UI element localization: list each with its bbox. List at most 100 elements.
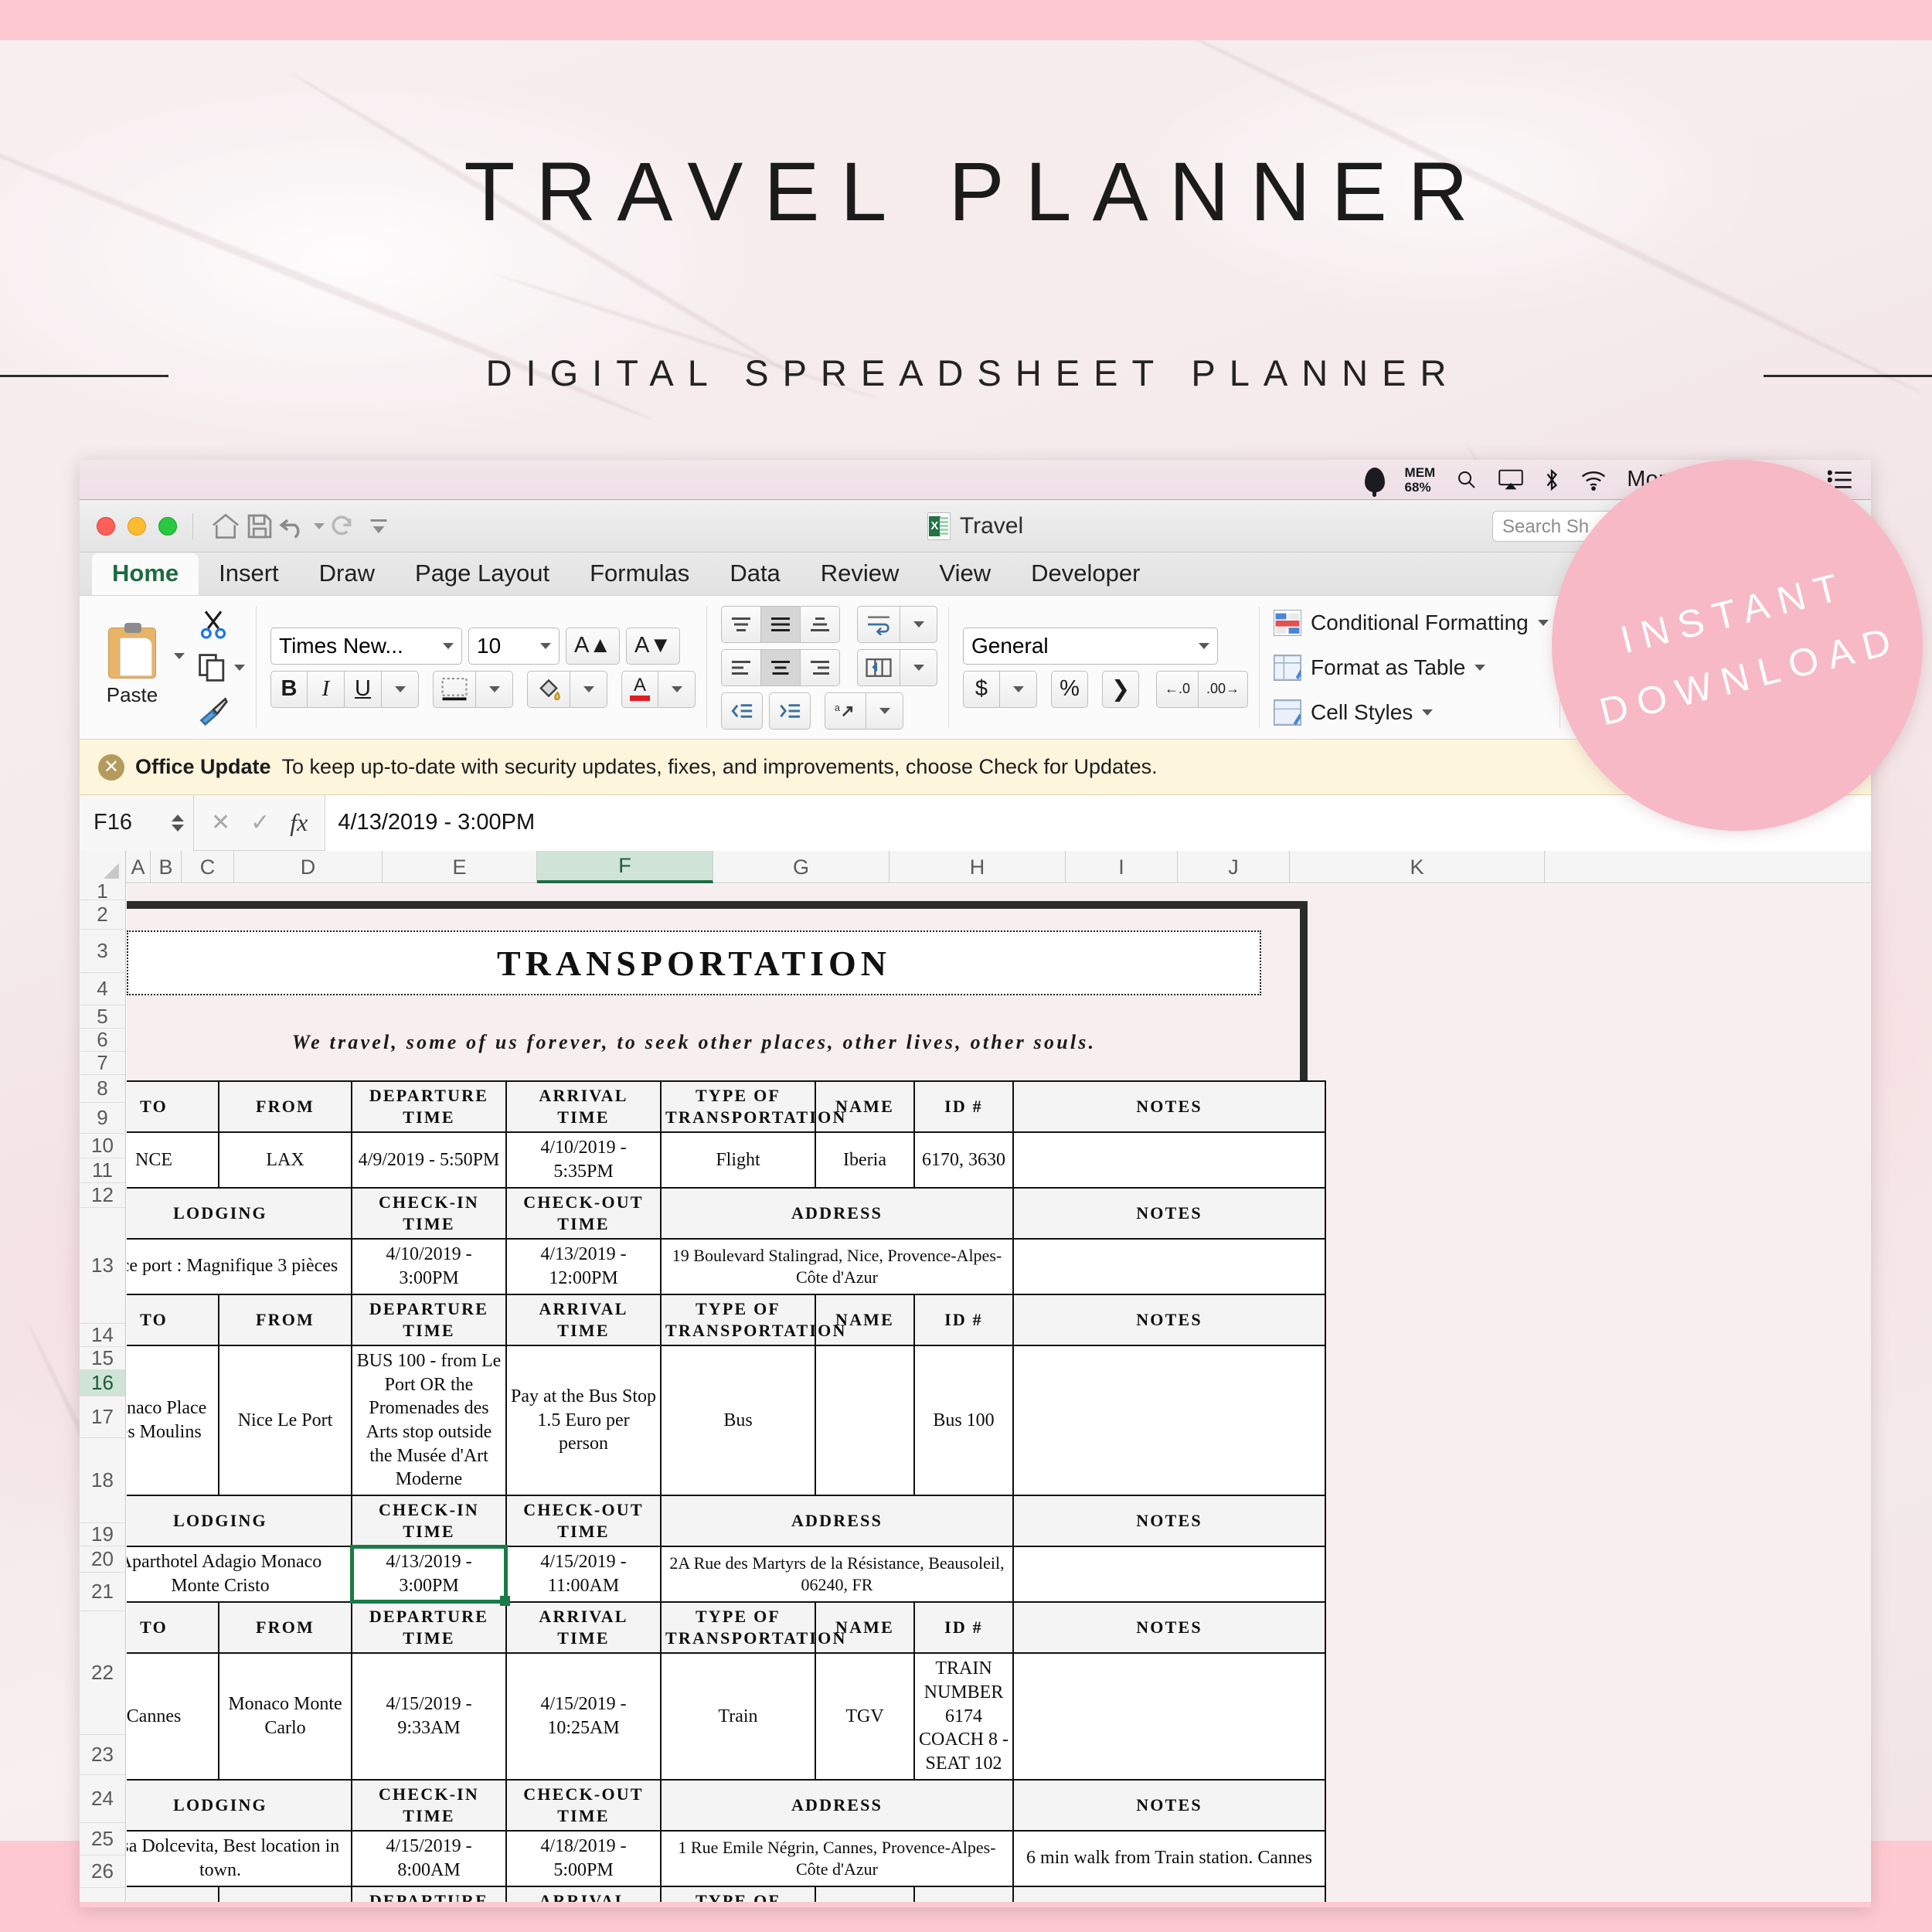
comma-style-button[interactable]: ❯ (1102, 670, 1139, 708)
font-family-select[interactable]: Times New... (270, 627, 462, 665)
paste-caret-icon[interactable] (174, 652, 185, 659)
row-header-16[interactable]: 16 (80, 1370, 125, 1396)
tab-home[interactable]: Home (92, 553, 199, 595)
format-painter-button[interactable] (197, 693, 245, 729)
increase-font-size-button[interactable]: A▲ (566, 627, 621, 665)
cell-to[interactable]: Cannes (127, 1652, 219, 1781)
column-header-a[interactable]: A (126, 851, 151, 883)
spotlight-small-icon[interactable] (1455, 468, 1478, 492)
row-header-25[interactable]: 25 (80, 1823, 125, 1855)
conditional-formatting-button[interactable]: Conditional Formatting (1274, 603, 1549, 643)
paste-button[interactable]: Paste (90, 623, 174, 707)
table-row[interactable]: Casa Dolcevita, Best location in town. 4… (127, 1830, 1326, 1887)
table-row[interactable]: NCE LAX 4/9/2019 - 5:50PM 4/10/2019 - 5:… (127, 1131, 1326, 1189)
align-right-button[interactable] (801, 648, 840, 686)
decrease-indent-button[interactable] (721, 692, 763, 730)
cell-departure[interactable]: BUS 100 - from Le Port OR the Promenades… (351, 1344, 507, 1497)
cell-name[interactable] (815, 1344, 915, 1497)
percent-button[interactable]: % (1051, 670, 1088, 708)
bluetooth-icon[interactable] (1543, 468, 1560, 492)
row-header-17[interactable]: 17 (80, 1396, 125, 1438)
column-header-c[interactable]: C (182, 851, 234, 883)
row-header-8[interactable]: 8 (80, 1075, 125, 1103)
column-header-j[interactable]: J (1178, 851, 1290, 883)
decrease-font-size-button[interactable]: A▼ (626, 627, 681, 665)
cell-address[interactable]: 1 Rue Emile Négrin, Cannes, Provence-Alp… (660, 1830, 1014, 1887)
redo-icon[interactable] (328, 509, 362, 543)
cell-checkin-selected[interactable]: 4/13/2019 - 3:00PM (350, 1545, 511, 1607)
cell-address[interactable]: 19 Boulevard Stalingrad, Nice, Provence-… (660, 1238, 1014, 1295)
home-icon[interactable] (209, 509, 243, 543)
airplay-icon[interactable] (1498, 469, 1523, 491)
row-header-9[interactable]: 9 (80, 1103, 125, 1134)
undo-caret-icon[interactable] (311, 509, 328, 543)
column-header-d[interactable]: D (234, 851, 383, 883)
tab-page-layout[interactable]: Page Layout (395, 553, 570, 595)
cell-id[interactable]: 6170, 3630 (913, 1131, 1014, 1189)
wrap-text-caret-icon[interactable] (900, 605, 937, 643)
row-header-7[interactable]: 7 (80, 1051, 125, 1075)
currency-caret-icon[interactable] (1000, 670, 1037, 708)
fill-color-caret-icon[interactable] (570, 670, 607, 708)
minimize-button[interactable] (128, 516, 146, 536)
close-button[interactable] (97, 516, 115, 536)
merge-cells-caret-icon[interactable] (900, 648, 937, 686)
currency-button[interactable]: $ (963, 670, 1000, 708)
confirm-entry-button[interactable]: ✓ (250, 809, 270, 836)
memory-indicator[interactable]: MEM 68% (1405, 465, 1436, 495)
maximize-button[interactable] (158, 516, 177, 536)
cell-departure[interactable]: 4/9/2019 - 5:50PM (351, 1131, 507, 1189)
name-box-stepper[interactable] (172, 814, 184, 832)
cell-notes[interactable] (1012, 1546, 1326, 1603)
row-header-3[interactable]: 3 (80, 930, 125, 973)
fill-color-button[interactable] (527, 670, 570, 708)
row-header-14[interactable]: 14 (80, 1323, 125, 1347)
orientation-caret-icon[interactable] (866, 692, 903, 730)
table-row[interactable]: Cannes Monaco Monte Carlo 4/15/2019 - 9:… (127, 1652, 1326, 1781)
increase-indent-button[interactable] (769, 692, 811, 730)
cell-from[interactable]: Nice Le Port (218, 1344, 352, 1497)
cell-lodging[interactable]: Aparthotel Adagio Monaco Monte Cristo (127, 1546, 352, 1603)
cell-to[interactable]: Monaco Place Des Moulins (127, 1344, 219, 1497)
name-box[interactable]: F16 (80, 794, 194, 851)
align-top-button[interactable] (721, 605, 761, 643)
cell-arrival[interactable]: Pay at the Bus Stop 1.5 Euro per person (505, 1344, 662, 1497)
tab-insert[interactable]: Insert (199, 553, 299, 595)
row-header-24[interactable]: 24 (80, 1775, 125, 1823)
cell-notes[interactable] (1012, 1344, 1326, 1497)
borders-button[interactable] (433, 670, 476, 708)
close-icon[interactable]: ✕ (98, 753, 124, 781)
undo-icon[interactable] (277, 509, 311, 543)
row-header-21[interactable]: 21 (80, 1573, 125, 1611)
cell-lodging[interactable]: Casa Dolcevita, Best location in town. (127, 1830, 352, 1887)
cell-name[interactable]: TGV (815, 1652, 915, 1781)
row-header-22[interactable]: 22 (80, 1611, 125, 1735)
table-row[interactable]: Nice port : Magnifique 3 pièces 4/10/201… (127, 1238, 1326, 1295)
wrap-text-button[interactable] (857, 605, 900, 643)
row-header-23[interactable]: 23 (80, 1735, 125, 1775)
cell-checkout[interactable]: 4/13/2019 - 12:00PM (505, 1238, 662, 1295)
align-middle-button[interactable] (761, 605, 801, 643)
row-header-1[interactable]: 1 (80, 879, 125, 903)
cell-id[interactable]: TRAIN NUMBER 6174 COACH 8 - SEAT 102 (913, 1652, 1014, 1781)
cell-to[interactable]: NCE (127, 1131, 219, 1189)
cell-styles-button[interactable]: Cell Styles (1274, 692, 1549, 733)
cell-type[interactable]: Train (660, 1652, 816, 1781)
cell-arrival[interactable]: 4/10/2019 - 5:35PM (505, 1131, 662, 1189)
row-header-18[interactable]: 18 (80, 1438, 125, 1523)
cell-type[interactable]: Bus (660, 1344, 816, 1497)
cut-button[interactable] (197, 607, 245, 642)
column-header-k[interactable]: K (1290, 851, 1545, 883)
cell-address[interactable]: 2A Rue des Martyrs de la Résistance, Bea… (660, 1546, 1014, 1603)
column-header-b[interactable]: B (151, 851, 182, 883)
row-header-10[interactable]: 10 (80, 1134, 125, 1158)
row-header-15[interactable]: 15 (80, 1346, 125, 1370)
column-header-f[interactable]: F (537, 851, 713, 883)
cell-id[interactable]: Bus 100 (913, 1344, 1014, 1497)
underline-caret-icon[interactable] (382, 670, 419, 708)
tab-review[interactable]: Review (801, 553, 920, 595)
row-header-5[interactable]: 5 (80, 1005, 125, 1029)
underline-button[interactable]: U (345, 670, 382, 708)
bold-button[interactable]: B (270, 670, 308, 708)
row-header-26[interactable]: 26 (80, 1855, 125, 1888)
